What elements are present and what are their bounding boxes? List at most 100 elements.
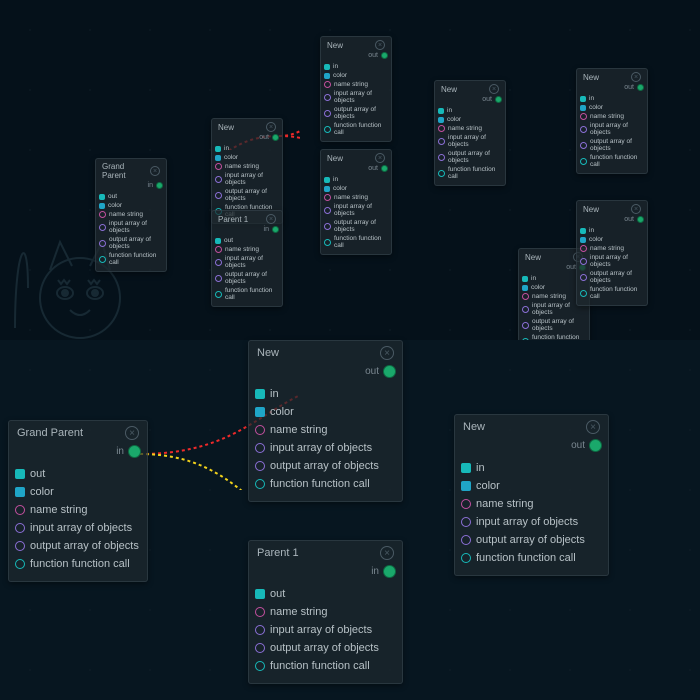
field-row[interactable]: in [438,106,502,115]
in-port[interactable] [381,165,388,172]
circle-port-icon[interactable] [99,211,106,218]
circle-port-icon[interactable] [215,246,222,253]
circle-port-icon[interactable] [324,110,331,117]
circle-port-icon[interactable] [580,245,587,252]
square-port-icon[interactable] [255,389,265,399]
field-row[interactable]: name string [580,112,644,121]
node-nw6[interactable]: New×outincolorname stringinput array of … [576,68,648,174]
circle-port-icon[interactable] [580,258,587,265]
field-row[interactable]: output array of objects [324,218,388,234]
circle-port-icon[interactable] [580,274,587,281]
circle-port-icon[interactable] [255,625,265,635]
node-nw4[interactable]: New×outincolorname stringinput array of … [434,80,506,186]
close-icon[interactable]: × [266,122,276,132]
node-header[interactable]: Grand Parent× [96,159,166,181]
square-port-icon[interactable] [461,481,471,491]
field-row[interactable]: function function call [438,165,502,181]
field-row[interactable]: in [324,62,388,71]
field-row[interactable]: out [255,585,396,603]
field-row[interactable]: output array of objects [15,537,141,555]
top-canvas[interactable]: Grand Parent×inoutcolorname stringinput … [0,0,700,340]
field-row[interactable]: function function call [324,234,388,250]
node-nw3[interactable]: New×outincolorname stringinput array of … [320,149,392,255]
field-row[interactable]: in [324,175,388,184]
field-row[interactable]: in [255,385,396,403]
node-header[interactable]: New× [455,415,608,436]
field-row[interactable]: output array of objects [461,531,602,549]
square-port-icon[interactable] [215,155,221,161]
node-header[interactable]: New× [321,150,391,164]
field-row[interactable]: function function call [15,555,141,573]
circle-port-icon[interactable] [99,224,106,231]
circle-port-icon[interactable] [522,293,529,300]
field-row[interactable]: input array of objects [255,439,396,457]
circle-port-icon[interactable] [438,138,445,145]
circle-port-icon[interactable] [215,291,222,298]
circle-port-icon[interactable] [324,94,331,101]
node-header[interactable]: New× [249,341,402,362]
circle-port-icon[interactable] [438,154,445,161]
field-row[interactable]: function function call [324,121,388,137]
field-row[interactable]: out [215,236,279,245]
square-port-icon[interactable] [15,469,25,479]
field-row[interactable]: output array of objects [324,105,388,121]
square-port-icon[interactable] [522,276,528,282]
circle-port-icon[interactable] [324,126,331,133]
field-row[interactable]: output array of objects [99,235,163,251]
close-icon[interactable]: × [375,153,385,163]
in-port[interactable] [495,96,502,103]
close-icon[interactable]: × [375,40,385,50]
field-row[interactable]: name string [438,124,502,133]
in-port[interactable] [637,216,644,223]
circle-port-icon[interactable] [522,306,529,313]
circle-port-icon[interactable] [324,223,331,230]
field-row[interactable]: color [324,71,388,80]
square-port-icon[interactable] [438,108,444,114]
field-row[interactable]: input array of objects [580,121,644,137]
node-gp[interactable]: Grand Parent×inoutcolorname stringinput … [95,158,167,272]
field-row[interactable]: name string [255,421,396,439]
node-nw2[interactable]: New×outincolorname stringinput array of … [320,36,392,142]
square-port-icon[interactable] [580,96,586,102]
circle-port-icon[interactable] [438,125,445,132]
field-row[interactable]: output array of objects [215,187,279,203]
square-port-icon[interactable] [215,238,221,244]
square-port-icon[interactable] [324,64,330,70]
square-port-icon[interactable] [255,407,265,417]
square-port-icon[interactable] [215,146,221,152]
close-icon[interactable]: × [631,204,641,214]
field-row[interactable]: name string [99,210,163,219]
in-port[interactable] [589,439,602,452]
bottom-canvas[interactable]: Grand Parent×inoutcolorname stringinput … [0,340,700,700]
square-port-icon[interactable] [255,589,265,599]
square-port-icon[interactable] [15,487,25,497]
field-row[interactable]: output array of objects [438,149,502,165]
field-row[interactable]: name string [215,162,279,171]
field-row[interactable]: color [215,153,279,162]
node-header[interactable]: New× [212,119,282,133]
node-header[interactable]: New× [321,37,391,51]
field-row[interactable]: function function call [580,285,644,301]
circle-port-icon[interactable] [15,541,25,551]
close-icon[interactable]: × [586,420,600,434]
circle-port-icon[interactable] [580,126,587,133]
field-row[interactable]: output array of objects [255,639,396,657]
square-port-icon[interactable] [580,237,586,243]
field-row[interactable]: function function call [255,657,396,675]
circle-port-icon[interactable] [580,290,587,297]
field-row[interactable]: name string [255,603,396,621]
field-row[interactable]: output array of objects [255,457,396,475]
close-icon[interactable]: × [266,214,276,224]
in-port[interactable] [381,52,388,59]
close-icon[interactable]: × [489,84,499,94]
circle-port-icon[interactable] [99,240,106,247]
square-port-icon[interactable] [324,73,330,79]
circle-port-icon[interactable] [15,505,25,515]
circle-port-icon[interactable] [461,517,471,527]
circle-port-icon[interactable] [215,192,222,199]
circle-port-icon[interactable] [255,461,265,471]
circle-port-icon[interactable] [99,256,106,263]
field-row[interactable]: color [99,201,163,210]
field-row[interactable]: function function call [215,286,279,302]
field-row[interactable]: input array of objects [15,519,141,537]
